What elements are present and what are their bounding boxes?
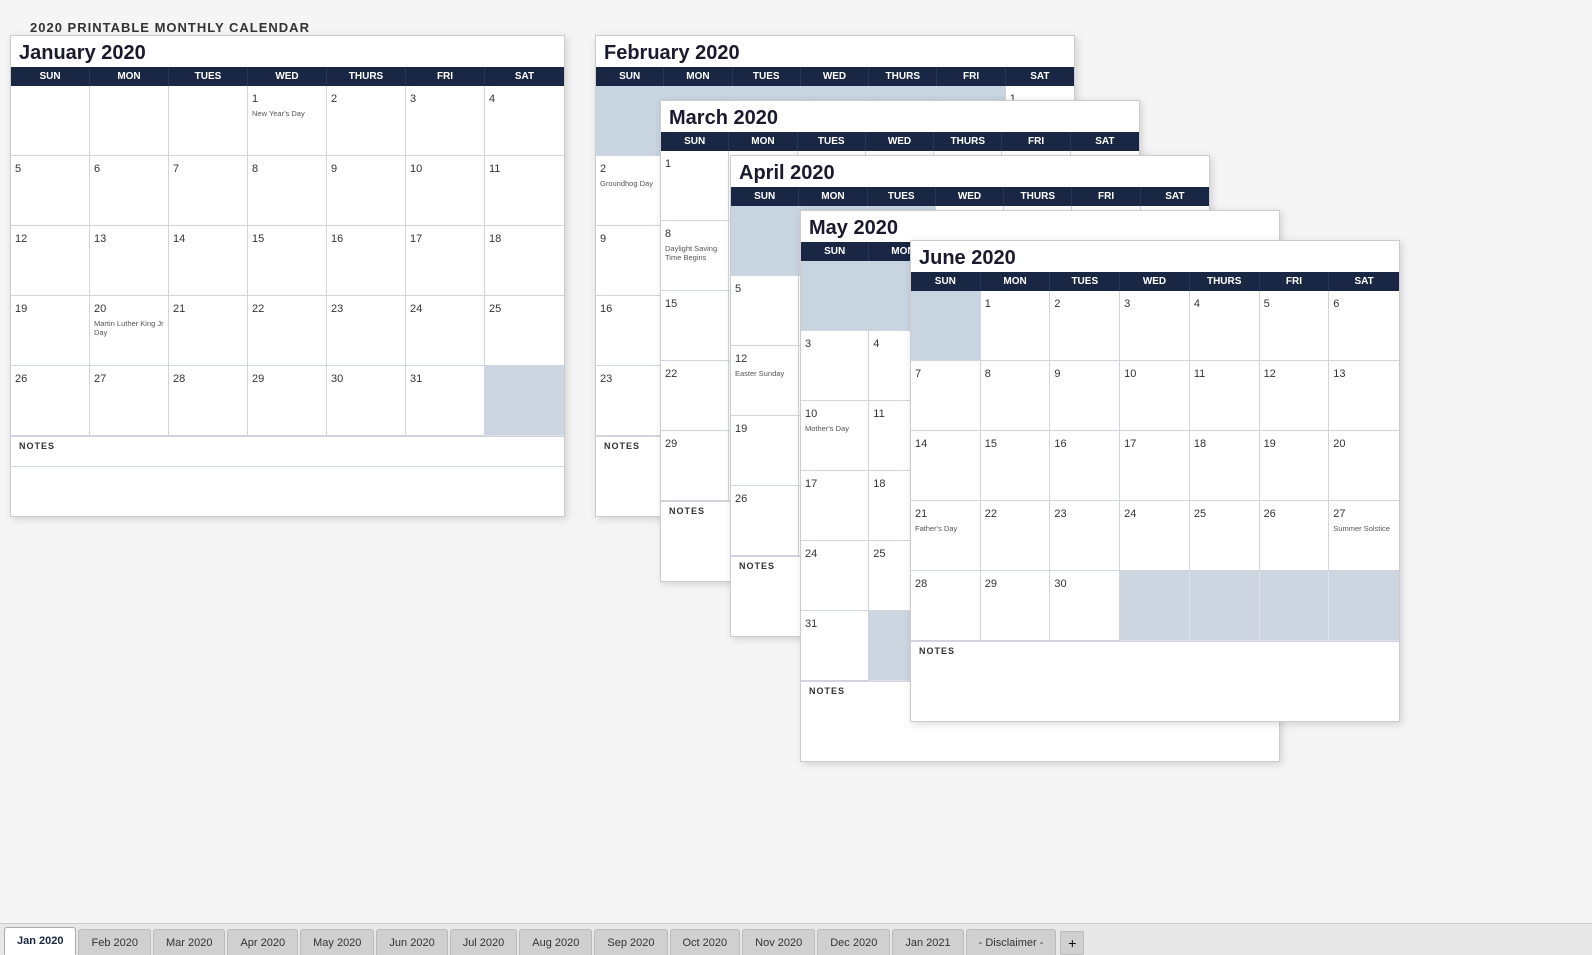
feb-title: February 2020 — [596, 36, 1074, 67]
tab-jan-2020[interactable]: Jan 2020 — [4, 927, 76, 955]
tab-nov-2020[interactable]: Nov 2020 — [742, 929, 815, 955]
tab-sep-2020[interactable]: Sep 2020 — [594, 929, 667, 955]
jan-notes: NOTES — [11, 436, 564, 466]
tab-mar-2020[interactable]: Mar 2020 — [153, 929, 225, 955]
jun-title: June 2020 — [911, 241, 1399, 272]
tab-feb-2020[interactable]: Feb 2020 — [78, 929, 150, 955]
app-container: 2020 PRINTABLE MONTHLY CALENDAR January … — [0, 0, 1592, 955]
tab-bar: Jan 2020 Feb 2020 Mar 2020 Apr 2020 May … — [0, 923, 1592, 955]
jan-body: 1New Year's Day 2 3 4 5 6 7 8 9 10 11 12… — [11, 86, 564, 436]
jan-title: January 2020 — [11, 36, 564, 67]
mar-title: March 2020 — [661, 101, 1139, 132]
page-title: 2020 PRINTABLE MONTHLY CALENDAR — [30, 20, 1562, 35]
tab-jul-2020[interactable]: Jul 2020 — [450, 929, 518, 955]
tab-apr-2020[interactable]: Apr 2020 — [227, 929, 298, 955]
apr-title: April 2020 — [731, 156, 1209, 187]
add-tab-button[interactable]: + — [1060, 931, 1084, 955]
feb-header: SUN MON TUES WED THURS FRI SAT — [596, 67, 1074, 86]
jun-notes: NOTES — [911, 641, 1399, 671]
main-content: 2020 PRINTABLE MONTHLY CALENDAR January … — [0, 0, 1592, 923]
calendar-jan: January 2020 SUN MON TUES WED THURS FRI … — [10, 35, 565, 517]
calendar-jun: June 2020 SUN MON TUES WED THURS FRI SAT… — [910, 240, 1400, 722]
tab-may-2020[interactable]: May 2020 — [300, 929, 374, 955]
tab-oct-2020[interactable]: Oct 2020 — [670, 929, 741, 955]
tab-aug-2020[interactable]: Aug 2020 — [519, 929, 592, 955]
tab-jun-2020[interactable]: Jun 2020 — [376, 929, 447, 955]
jan-header: SUN MON TUES WED THURS FRI SAT — [11, 67, 564, 86]
tab-disclaimer[interactable]: - Disclaimer - — [966, 929, 1057, 955]
may-title: May 2020 — [801, 211, 1279, 242]
tab-jan-2021[interactable]: Jan 2021 — [892, 929, 963, 955]
tab-dec-2020[interactable]: Dec 2020 — [817, 929, 890, 955]
